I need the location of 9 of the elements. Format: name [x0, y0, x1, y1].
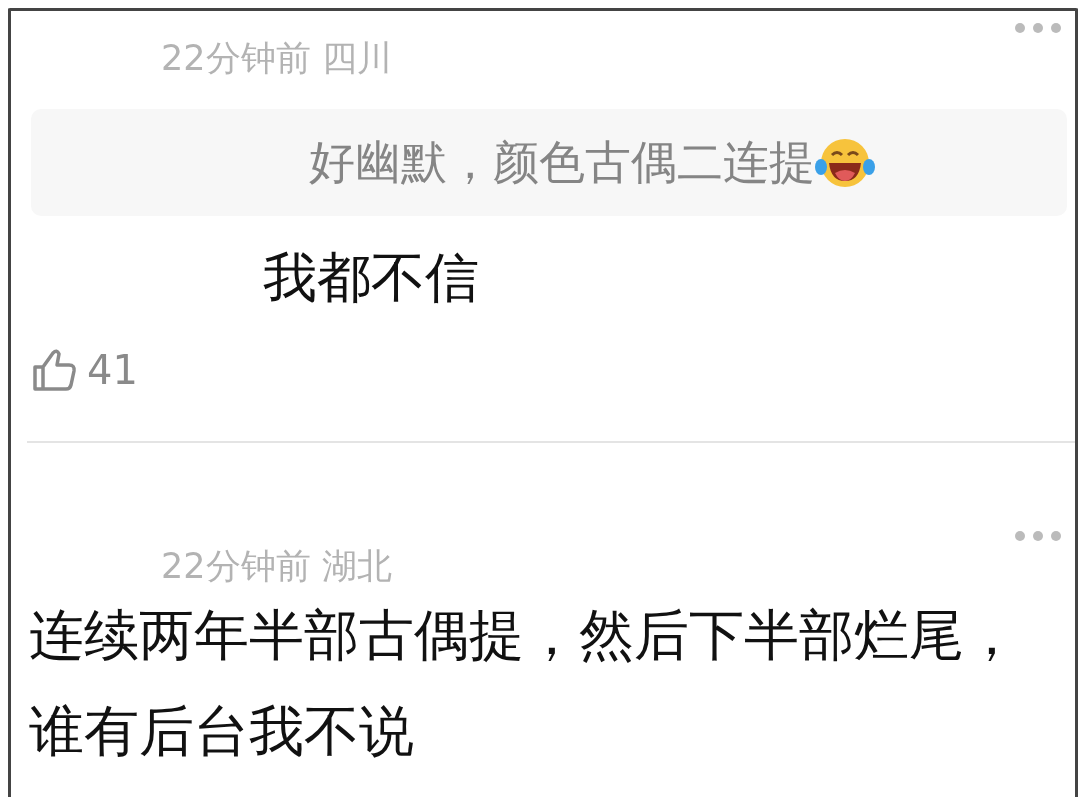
quoted-comment-text: 好幽默，颜色古偶二连提 — [309, 135, 815, 191]
like-count: 41 — [87, 350, 138, 390]
comment-text: 谁有后台我不说 — [29, 698, 415, 766]
laughing-emoji-icon — [815, 136, 875, 189]
comment-meta: 22分钟前 四川 — [161, 37, 393, 79]
comment-meta: 22分钟前 湖北 — [161, 545, 393, 587]
comment-text: 我都不信 — [263, 246, 480, 311]
thumbs-up-icon[interactable] — [31, 347, 77, 393]
comment-text: 连续两年半部古偶提，然后下半部烂尾， — [29, 602, 1020, 669]
